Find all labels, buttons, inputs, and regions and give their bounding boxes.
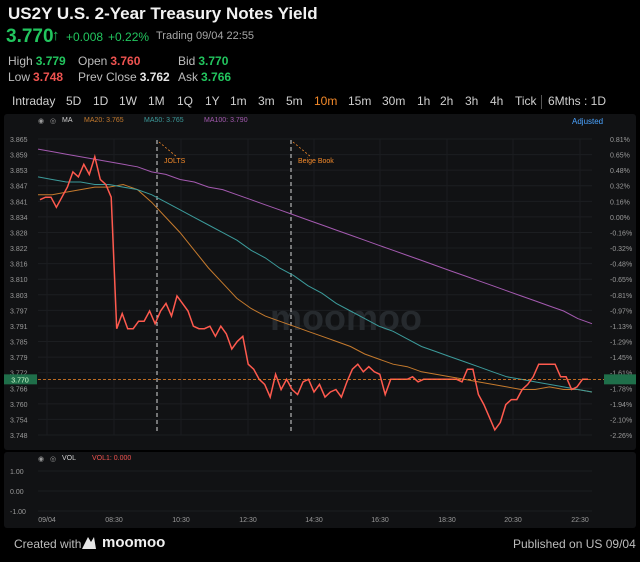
y-tick-label: 3.797: [10, 308, 28, 315]
vol-tick-label: -1.00: [10, 509, 26, 516]
pct-tick-label: -2.26%: [610, 433, 632, 440]
pct-tick-label: 0.00%: [610, 215, 630, 222]
y-tick-label: 3.779: [10, 355, 28, 362]
y-tick-label: 3.803: [10, 293, 28, 300]
volume-axis: 1.00 0.00 -1.00: [10, 469, 592, 516]
x-tick-label: 14:30: [305, 517, 323, 524]
x-axis-labels: 09/04 08:30 10:30 12:30 14:30 16:30 18:30 20:30…: [38, 517, 589, 524]
price-chart: moomoo 3.8653.8593.8533.8473.8413.8343.8…: [4, 137, 636, 524]
pct-tick-label: -2.10%: [610, 417, 632, 424]
y-tick-label: 3.847: [10, 184, 28, 191]
x-tick-label: 20:30: [504, 517, 522, 524]
x-tick-label: 22:30: [571, 517, 589, 524]
y-tick-label: 3.754: [10, 417, 28, 424]
pct-axis-labels: 0.81% 0.65% 0.48% 0.32% 0.16% 0.00% -0.16% -0.3…: [610, 137, 632, 440]
x-tick-label: 16:30: [371, 517, 389, 524]
pct-tick-label: -0.65%: [610, 277, 632, 284]
brand-name: moomoo: [102, 534, 166, 551]
y-tick-label: 3.822: [10, 246, 28, 253]
x-tick-label: 12:30: [239, 517, 257, 524]
event-label: Beige Book: [298, 158, 334, 165]
watermark: moomoo: [270, 297, 422, 338]
pct-tick-label: -0.48%: [610, 262, 632, 269]
y-tick-label: 3.828: [10, 230, 28, 237]
current-price-label: 3.770: [11, 377, 29, 384]
pct-tick-label: -1.29%: [610, 340, 632, 347]
series-ma20-line: [38, 183, 593, 393]
y-tick-label: 3.859: [10, 153, 28, 160]
y-axis-labels: 3.865 3.859 3.853 3.847 3.841 3.834 3.828 3.822…: [10, 137, 28, 440]
y-tick-label: 3.853: [10, 168, 28, 175]
pct-tick-label: -0.81%: [610, 293, 632, 300]
pct-tick-label: -1.13%: [610, 324, 632, 331]
pct-tick-label: -1.45%: [610, 355, 632, 362]
y-tick-label: 3.791: [10, 324, 28, 331]
pct-tick-label: 0.32%: [610, 184, 630, 191]
y-tick-label: 3.766: [10, 386, 28, 393]
y-tick-label: 3.816: [10, 262, 28, 269]
y-tick-label: 3.834: [10, 215, 28, 222]
pct-tick-label: 0.65%: [610, 153, 630, 160]
pct-tick-label: -0.97%: [610, 308, 632, 315]
vol-tick-label: 1.00: [10, 469, 24, 476]
y-tick-label: 3.760: [10, 402, 28, 409]
x-tick-label: 09/04: [38, 517, 56, 524]
pct-tick-label: 0.81%: [610, 137, 630, 144]
y-tick-label: 3.810: [10, 277, 28, 284]
pct-tick-label: -1.94%: [610, 402, 632, 409]
x-tick-label: 18:30: [438, 517, 456, 524]
pct-tick-label: 0.16%: [610, 199, 630, 206]
pct-tick-label: 0.48%: [610, 168, 630, 175]
current-pct-tag: [604, 374, 636, 385]
pct-tick-label: -0.16%: [610, 230, 632, 237]
created-with: Created with: [14, 537, 82, 551]
y-tick-label: 3.841: [10, 199, 28, 206]
pct-tick-label: -1.78%: [610, 386, 632, 393]
series-ma50-line: [37, 176, 593, 393]
y-tick-label: 3.748: [10, 433, 28, 440]
vol-tick-label: 0.00: [10, 489, 24, 496]
x-tick-label: 10:30: [172, 517, 190, 524]
pct-tick-label: -0.32%: [610, 246, 632, 253]
published-date: Published on US 09/04: [513, 537, 636, 551]
y-tick-label: 3.785: [10, 340, 28, 347]
y-tick-label: 3.865: [10, 137, 28, 144]
event-label: JOLTS: [164, 158, 186, 165]
x-tick-label: 08:30: [105, 517, 123, 524]
moomoo-logo-icon: [80, 533, 98, 551]
